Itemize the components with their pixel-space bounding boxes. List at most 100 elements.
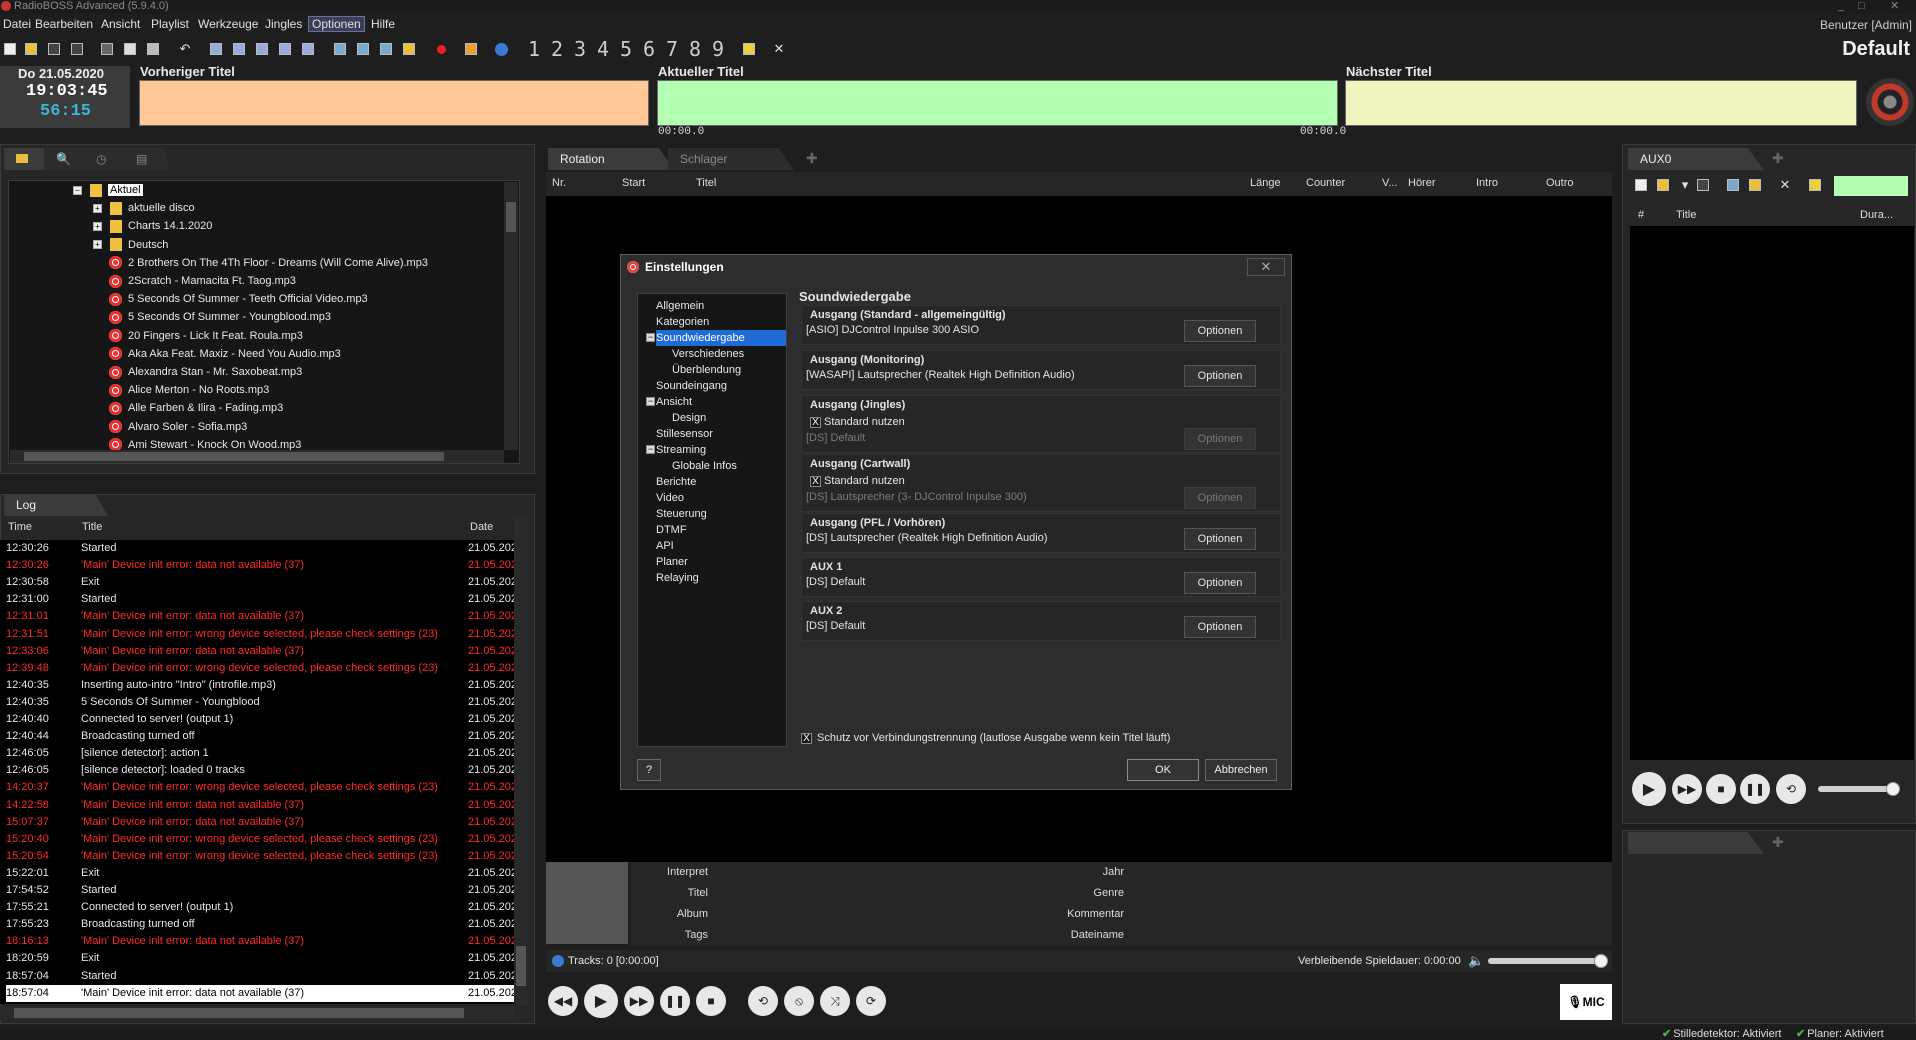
aux-play-button[interactable]: ▶ xyxy=(1632,772,1666,806)
library-file[interactable]: 5 Seconds Of Summer - Teeth Official Vid… xyxy=(109,290,368,308)
add-url-icon[interactable] xyxy=(377,40,395,58)
options-button[interactable]: Optionen xyxy=(1184,365,1256,387)
library-file[interactable]: Aka Aka Feat. Maxiz - Need You Audio.mp3 xyxy=(109,345,341,363)
playlist-volume-slider[interactable] xyxy=(1488,958,1606,964)
menu-datei[interactable]: Datei xyxy=(0,17,34,31)
statistics-icon[interactable] xyxy=(462,40,480,58)
menu-jingles[interactable]: Jingles xyxy=(262,17,305,31)
library-tree[interactable]: − Aktuel + aktuelle disco + Charts 14.1.2020 +… xyxy=(8,180,520,464)
nav-item[interactable]: Verschiedenes xyxy=(672,346,744,362)
nav-item[interactable]: Überblendung xyxy=(672,362,741,378)
aux-add-icon[interactable] xyxy=(1724,176,1742,194)
rewind-button[interactable]: ◀◀ xyxy=(548,986,578,1016)
col-hoerer[interactable]: Hörer xyxy=(1408,172,1436,194)
aux-remove-icon[interactable]: ✕ xyxy=(1776,176,1794,194)
cartwall-5[interactable]: 5 xyxy=(617,37,635,61)
playlist-tab-icon[interactable]: ▤ xyxy=(124,148,170,170)
undo-icon[interactable]: ↶ xyxy=(176,40,194,58)
nav-item[interactable]: Video xyxy=(656,490,684,506)
nav-item[interactable]: Stillesensor xyxy=(656,426,713,442)
aux-new-icon[interactable] xyxy=(1632,176,1650,194)
nav-item[interactable]: Relaying xyxy=(656,570,699,586)
nav-item[interactable]: DTMF xyxy=(656,522,687,538)
stop-button[interactable]: ■ xyxy=(696,986,726,1016)
settings-icon[interactable] xyxy=(740,40,758,58)
aux2-add-tab-icon[interactable]: ✚ xyxy=(1768,832,1790,854)
menu-hilfe[interactable]: Hilfe xyxy=(368,17,398,31)
current-title-box[interactable] xyxy=(657,80,1338,126)
forward-button[interactable]: ▶▶ xyxy=(624,986,654,1016)
cancel-button[interactable]: Abbrechen xyxy=(1205,759,1277,781)
log-row[interactable]: 12:33:06 'Main' Device init error: data n… xyxy=(6,643,516,660)
save-icon[interactable] xyxy=(45,40,63,58)
aux-forward-button[interactable]: ▶▶ xyxy=(1672,774,1702,804)
tab-aux0[interactable]: AUX0 xyxy=(1628,148,1764,170)
library-file[interactable]: Alle Farben & Ilira - Fading.mp3 xyxy=(109,399,283,417)
layout2-icon[interactable] xyxy=(230,40,248,58)
record-icon[interactable] xyxy=(432,40,450,58)
open-icon[interactable] xyxy=(22,40,40,58)
expand-icon[interactable]: + xyxy=(93,221,102,231)
col-intro[interactable]: Intro xyxy=(1476,172,1498,194)
log-list[interactable]: 12:30:26 Started 21.05.2020 12:30:26 'Main' … xyxy=(0,540,516,1004)
menu-playlist[interactable]: Playlist xyxy=(148,17,192,31)
aux-save-icon[interactable] xyxy=(1694,176,1712,194)
col-titel[interactable]: Titel xyxy=(696,172,716,194)
pause-button[interactable]: ❚❚ xyxy=(660,986,690,1016)
aux-add-folder-icon[interactable] xyxy=(1746,176,1764,194)
cartwall-4[interactable]: 4 xyxy=(594,37,612,61)
library-file[interactable]: 20 Fingers - Lick It Feat. Roula.mp3 xyxy=(109,327,303,345)
save-as-icon[interactable] xyxy=(68,40,86,58)
layout5-icon[interactable] xyxy=(299,40,317,58)
tools-icon[interactable]: ✕ xyxy=(770,40,788,58)
menu-werkzeuge[interactable]: Werkzeuge xyxy=(195,17,261,31)
log-hscroll[interactable] xyxy=(0,1006,514,1020)
col-counter[interactable]: Counter xyxy=(1306,172,1345,194)
library-vscroll[interactable] xyxy=(504,182,518,450)
new-icon[interactable] xyxy=(1,40,19,58)
tab-rotation[interactable]: Rotation xyxy=(548,148,674,170)
options-button[interactable]: Optionen xyxy=(1184,616,1256,638)
playlist-volume-knob[interactable] xyxy=(1594,954,1608,968)
log-col-title[interactable]: Title xyxy=(82,516,102,538)
layout1-icon[interactable] xyxy=(207,40,225,58)
collapse-icon[interactable]: − xyxy=(73,185,82,195)
col-nr[interactable]: Nr. xyxy=(552,172,566,194)
log-row[interactable]: 15:20:40 'Main' Device init error: wrong … xyxy=(6,831,516,848)
layout4-icon[interactable] xyxy=(276,40,294,58)
options-button[interactable]: Optionen xyxy=(1184,428,1256,450)
aux-list[interactable] xyxy=(1630,226,1914,760)
nav-item[interactable]: API xyxy=(656,538,674,554)
log-row[interactable]: 17:55:23 Broadcasting turned off 21.05.202… xyxy=(6,916,516,933)
library-file[interactable]: Alexandra Stan - Mr. Saxobeat.mp3 xyxy=(109,363,302,381)
cartwall-3[interactable]: 3 xyxy=(571,37,589,61)
col-v[interactable]: V... xyxy=(1382,172,1398,194)
log-row[interactable]: 12:31:00 Started 21.05.2020 xyxy=(6,591,516,608)
play-button[interactable]: ▶ xyxy=(584,984,618,1018)
previous-title-box[interactable] xyxy=(139,80,649,126)
cartwall-8[interactable]: 8 xyxy=(686,37,704,61)
library-folder[interactable]: + aktuelle disco xyxy=(93,199,195,217)
aux-col-title[interactable]: Title xyxy=(1676,204,1696,226)
log-row[interactable]: 12:40:35 5 Seconds Of Summer - Youngblood… xyxy=(6,694,516,711)
options-button[interactable]: Optionen xyxy=(1184,572,1256,594)
add-special-icon[interactable] xyxy=(400,40,418,58)
options-button[interactable]: Optionen xyxy=(1184,487,1256,509)
ok-button[interactable]: OK xyxy=(1127,759,1199,781)
nav-item[interactable]: Allgemein xyxy=(656,298,704,314)
nav-item[interactable]: Design xyxy=(672,410,706,426)
log-row[interactable]: 12:30:26 'Main' Device init error: data n… xyxy=(6,557,516,574)
nav-item[interactable]: Berichte xyxy=(656,474,696,490)
log-row[interactable]: 15:22:01 Exit 21.05.2020 xyxy=(6,865,516,882)
paste-icon[interactable] xyxy=(144,40,162,58)
aux-add-tab-icon[interactable]: ✚ xyxy=(1768,148,1790,170)
minimize-button[interactable]: _ xyxy=(1838,0,1844,12)
aux-dropdown-icon[interactable]: ▾ xyxy=(1676,176,1694,194)
dialog-close-button[interactable]: ✕ xyxy=(1247,258,1285,276)
cartwall-7[interactable]: 7 xyxy=(663,37,681,61)
history-icon[interactable]: ◷ xyxy=(84,148,130,170)
collapse-icon[interactable]: − xyxy=(646,333,655,342)
use-default-checkbox[interactable]: X xyxy=(810,476,821,487)
options-button[interactable]: Optionen xyxy=(1184,320,1256,342)
log-row[interactable]: 12:30:26 Started 21.05.2020 xyxy=(6,540,516,557)
